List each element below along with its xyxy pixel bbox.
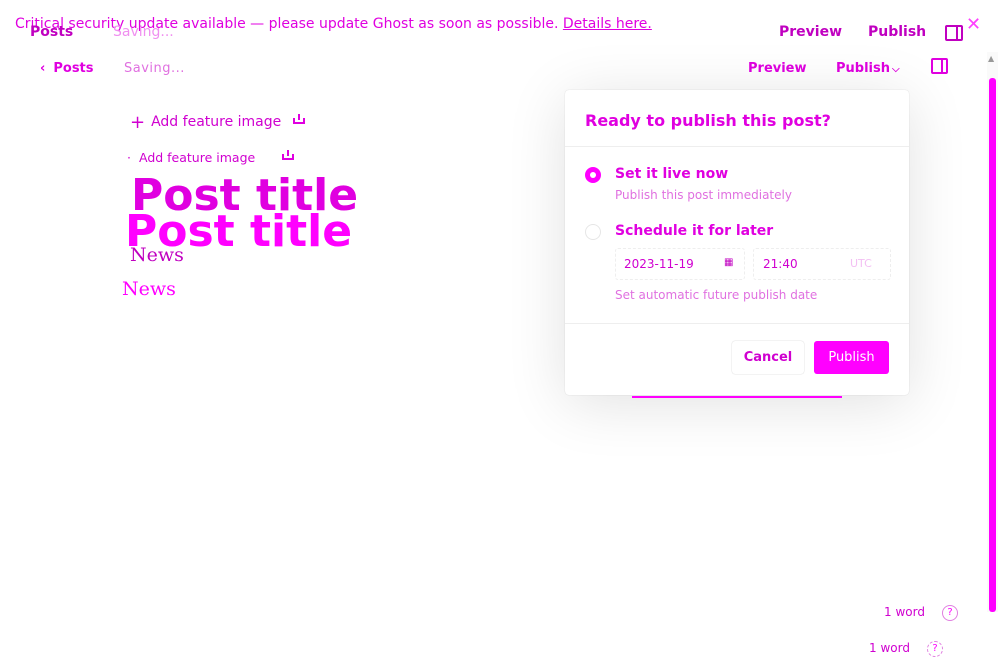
chevron-down-icon: ⌵ bbox=[892, 64, 900, 75]
back-to-posts-link[interactable]: ‹ Posts bbox=[40, 61, 94, 76]
preview-button[interactable]: Preview bbox=[748, 61, 807, 76]
ghost-back-link[interactable]: Posts bbox=[30, 24, 73, 40]
help-icon[interactable]: ? bbox=[942, 605, 958, 621]
radio-publish-now[interactable] bbox=[585, 167, 601, 183]
banner-details-link[interactable]: Details here. bbox=[563, 16, 652, 32]
schedule-time-value: 21:40 bbox=[763, 257, 798, 271]
add-feature-image-label: Add feature image bbox=[151, 114, 282, 130]
scroll-up-icon[interactable]: ▲ bbox=[988, 54, 994, 63]
radio-schedule[interactable] bbox=[585, 224, 601, 240]
add-feature-image-button-secondary[interactable]: · Add feature image bbox=[127, 150, 255, 165]
post-body-overlay: News bbox=[122, 278, 176, 300]
timezone-label: UTC bbox=[850, 257, 872, 270]
schedule-date-value: 2023-11-19 bbox=[624, 257, 694, 271]
publish-dropdown-button[interactable]: Publish ⌵ bbox=[836, 61, 900, 76]
close-icon[interactable]: ✕ bbox=[966, 14, 981, 35]
save-status: Saving... bbox=[124, 61, 185, 76]
divider bbox=[565, 323, 909, 324]
sidebar-toggle-icon[interactable] bbox=[931, 58, 948, 74]
upload-icon[interactable] bbox=[282, 150, 294, 160]
word-count-secondary: 1 word bbox=[869, 641, 910, 655]
ghost-publish-button[interactable]: Publish bbox=[868, 24, 926, 40]
confirm-publish-button[interactable]: Publish bbox=[814, 341, 889, 374]
ghost-preview-button[interactable]: Preview bbox=[779, 24, 842, 40]
scrollbar-thumb[interactable] bbox=[989, 78, 996, 612]
option-publish-now-description: Publish this post immediately bbox=[615, 188, 792, 202]
publish-popover: Ready to publish this post? Set it live … bbox=[565, 90, 909, 395]
cancel-button[interactable]: Cancel bbox=[732, 341, 804, 374]
help-icon[interactable]: ? bbox=[927, 641, 943, 657]
ghost-back-label: Posts bbox=[30, 24, 74, 40]
option-publish-now-label[interactable]: Set it live now bbox=[615, 166, 728, 182]
back-label: Posts bbox=[53, 61, 94, 76]
ghost-underline bbox=[632, 396, 842, 398]
plus-icon: · bbox=[127, 150, 131, 165]
popover-title: Ready to publish this post? bbox=[585, 111, 831, 130]
ghost-sidebar-icon[interactable] bbox=[945, 25, 963, 41]
add-feature-image-label-secondary: Add feature image bbox=[138, 150, 256, 165]
banner-text: Critical security update available — ple… bbox=[15, 16, 559, 32]
ghost-status: Saving... bbox=[113, 24, 174, 40]
schedule-time-field[interactable]: 21:40 UTC bbox=[753, 248, 891, 280]
option-schedule-description: Set automatic future publish date bbox=[615, 288, 818, 302]
post-body-text[interactable]: News bbox=[130, 244, 184, 266]
schedule-date-field[interactable]: 2023-11-19 ▦ bbox=[615, 248, 745, 280]
upload-icon[interactable] bbox=[293, 114, 305, 124]
publish-dropdown-label: Publish bbox=[836, 61, 890, 76]
option-schedule-label[interactable]: Schedule it for later bbox=[615, 223, 773, 239]
plus-icon: + bbox=[130, 112, 146, 133]
word-count: 1 word bbox=[884, 605, 925, 619]
add-feature-image-button[interactable]: + Add feature image bbox=[130, 112, 281, 133]
divider bbox=[565, 146, 909, 147]
security-banner: Critical security update available — ple… bbox=[15, 16, 652, 32]
chevron-left-icon: ‹ bbox=[40, 61, 46, 76]
calendar-icon[interactable]: ▦ bbox=[724, 257, 733, 268]
